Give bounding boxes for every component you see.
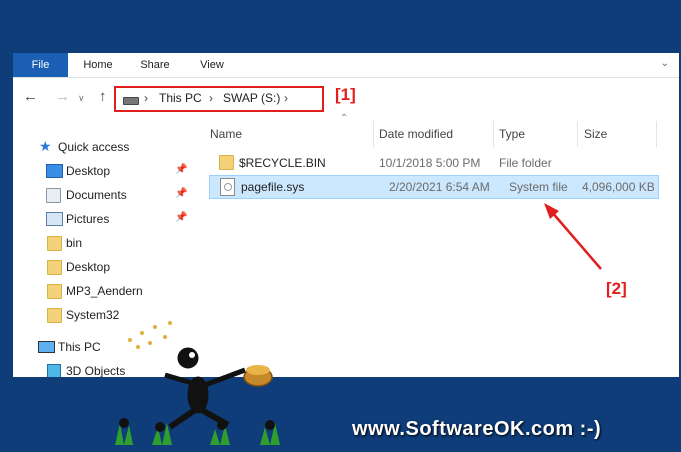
mascot-illustration (115, 321, 280, 445)
branding-watermark: www.SoftwareOK.com :-) (352, 418, 602, 440)
annotation-label-2: [2] (606, 279, 627, 298)
